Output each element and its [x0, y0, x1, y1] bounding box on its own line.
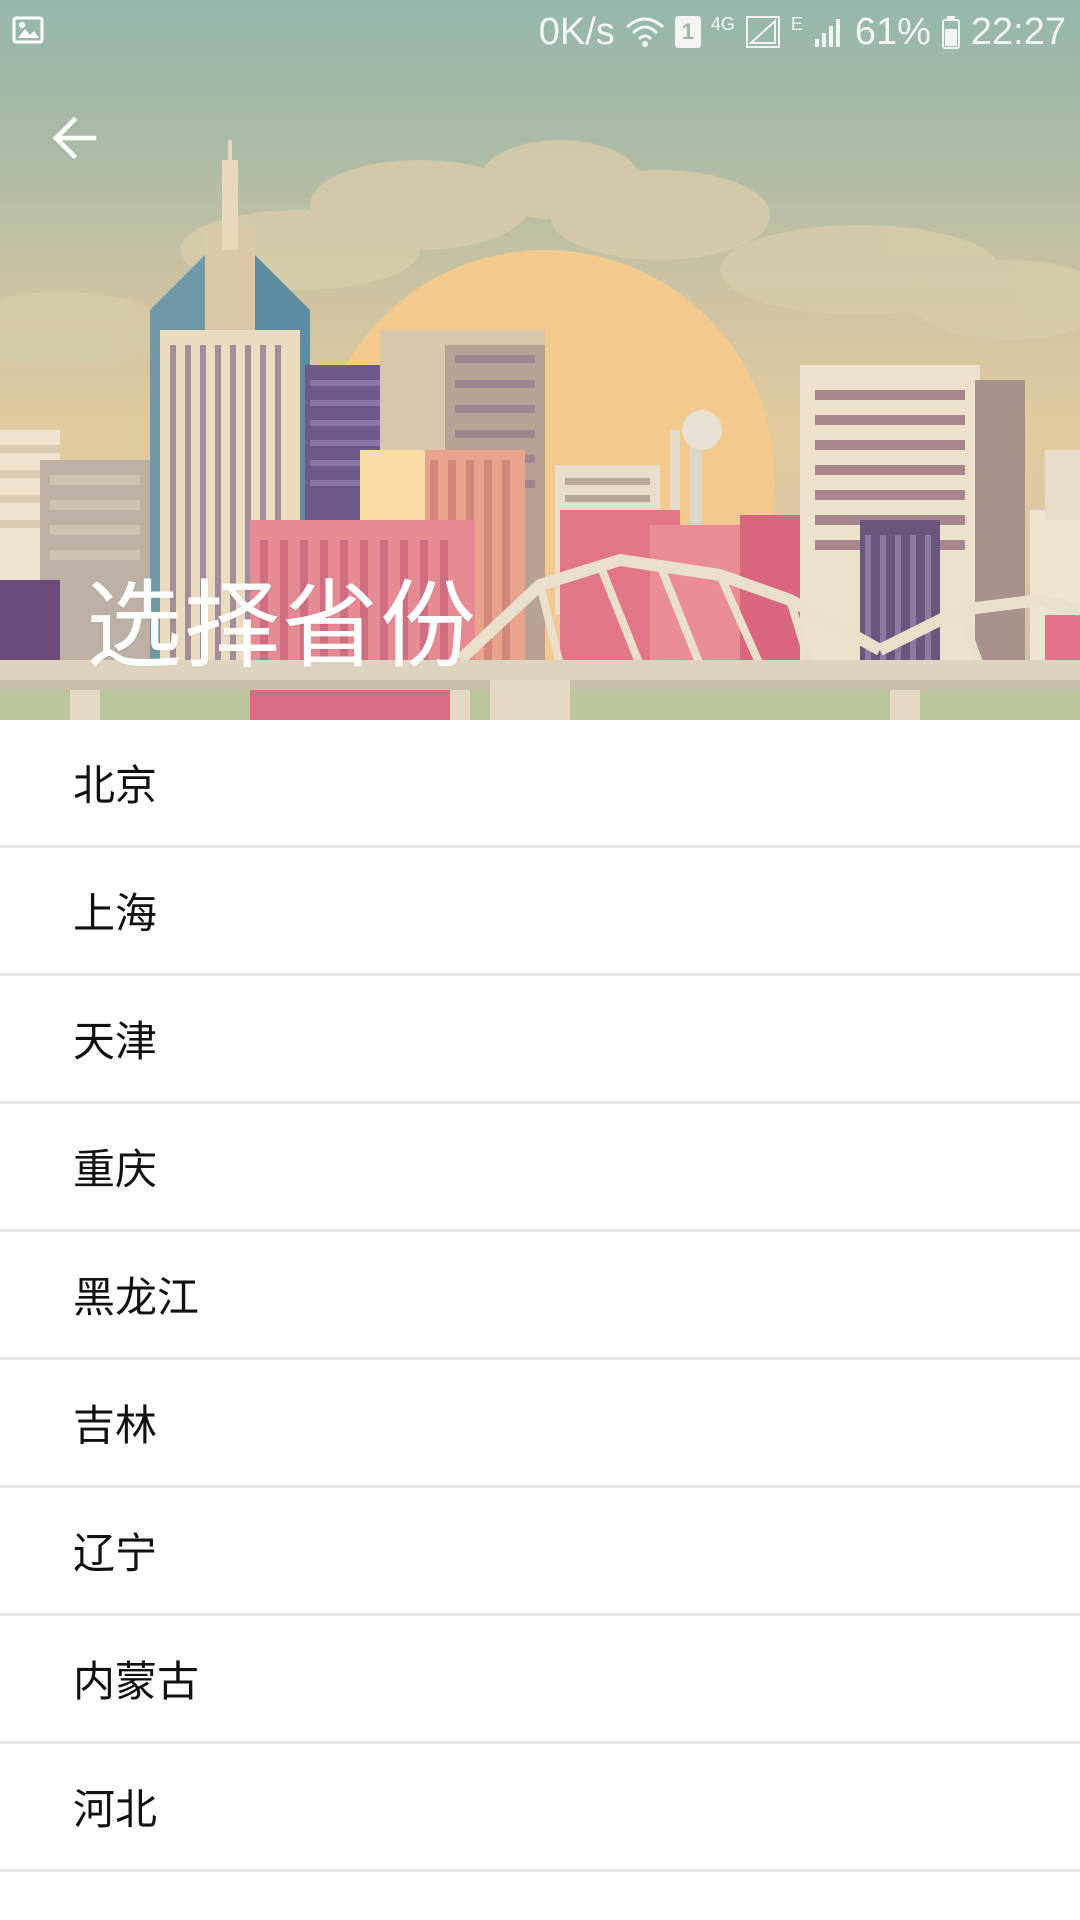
network-type: 4G: [710, 14, 735, 34]
province-item-beijing[interactable]: 北京: [0, 720, 1080, 848]
province-label: 上海: [73, 889, 158, 938]
arrow-left-icon: [52, 116, 97, 160]
province-label: 吉林: [73, 1401, 158, 1450]
province-item-hebei[interactable]: 河北: [0, 1744, 1080, 1872]
back-button[interactable]: [40, 104, 108, 172]
province-label: 重庆: [73, 1145, 158, 1194]
battery-percent: 61%: [854, 10, 931, 53]
province-label: 黑龙江: [73, 1273, 200, 1322]
clock: 22:27: [970, 10, 1066, 53]
province-label: 河北: [73, 1785, 158, 1834]
header-banner: 0K/s 1 4G E 61% 22:27 选择省份: [0, 0, 1080, 720]
signal-icon: [745, 15, 781, 49]
battery-icon: [941, 15, 961, 49]
province-item-neimenggu[interactable]: 内蒙古: [0, 1616, 1080, 1744]
status-bar: 0K/s 1 4G E 61% 22:27: [0, 0, 1080, 64]
province-item-chongqing[interactable]: 重庆: [0, 1104, 1080, 1232]
province-item-liaoning[interactable]: 辽宁: [0, 1488, 1080, 1616]
network-speed: 0K/s: [538, 10, 615, 53]
province-label: 内蒙古: [73, 1657, 200, 1706]
sim-badge-label: 1: [681, 19, 694, 44]
wifi-icon: [625, 15, 665, 49]
status-indicators: 0K/s 1 4G E 61% 22:27: [539, 8, 1066, 56]
edge-indicator: E: [790, 14, 803, 34]
province-label: 北京: [73, 761, 158, 810]
province-picker-screen: 0K/s 1 4G E 61% 22:27 选择省份 北京 上海 天津 重庆 黑…: [0, 0, 1080, 1920]
page-title: 选择省份: [86, 570, 478, 682]
province-label: 天津: [73, 1017, 158, 1066]
province-item-jilin[interactable]: 吉林: [0, 1360, 1080, 1488]
province-item-tianjin[interactable]: 天津: [0, 976, 1080, 1104]
signal-bars-icon: [813, 15, 845, 49]
sim-badge-icon: 1: [674, 16, 701, 48]
province-item-heilongjiang[interactable]: 黑龙江: [0, 1232, 1080, 1360]
image-icon: [12, 14, 44, 46]
province-item-shanghai[interactable]: 上海: [0, 848, 1080, 976]
province-list: 北京 上海 天津 重庆 黑龙江 吉林 辽宁 内蒙古 河北: [0, 720, 1080, 1872]
province-label: 辽宁: [73, 1529, 158, 1578]
